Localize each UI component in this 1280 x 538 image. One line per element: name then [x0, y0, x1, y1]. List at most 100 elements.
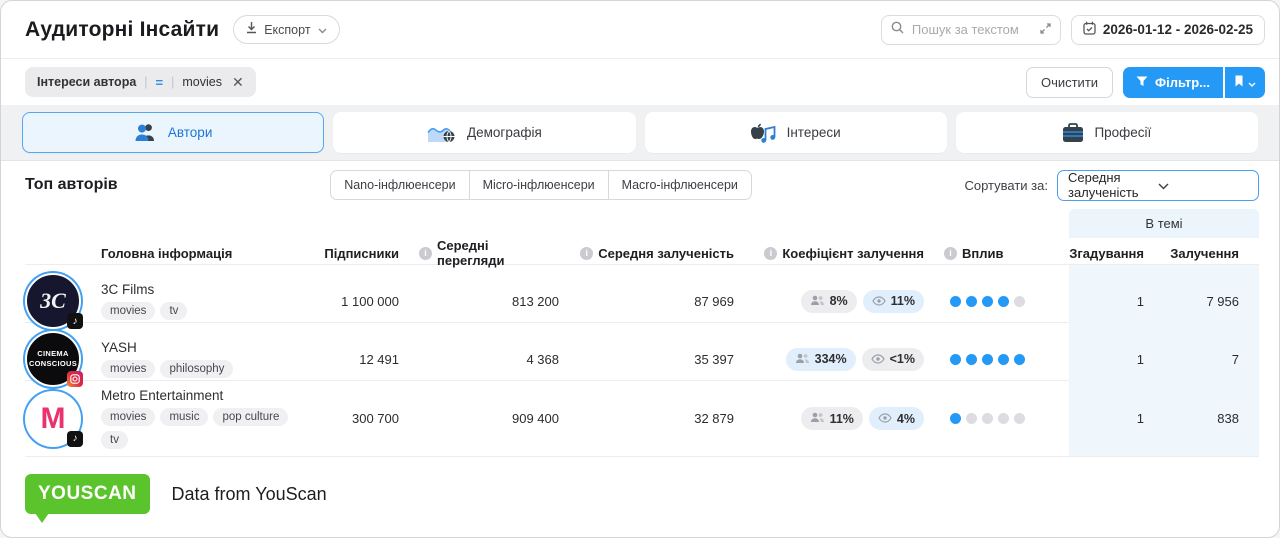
- section-title: Топ авторів: [25, 176, 118, 193]
- remove-filter-icon[interactable]: ✕: [230, 74, 244, 91]
- sort-select[interactable]: Середня залученість: [1056, 169, 1259, 201]
- er-views-pill: <1%: [861, 347, 924, 371]
- people-icon: [795, 352, 810, 367]
- table-row[interactable]: CINEMA CONSCIOUS YASH movies philosophy …: [25, 322, 1259, 395]
- table-band-row: В темі: [25, 209, 1259, 238]
- header: Аудиторні Інсайти Експорт 2026-01-12 - 2…: [1, 1, 1279, 59]
- eye-icon: [870, 352, 885, 367]
- tab-demographics[interactable]: Демографія: [333, 112, 636, 153]
- col-in-topic-engagement: Залучення: [1170, 245, 1239, 261]
- demographics-icon: [427, 123, 457, 143]
- author-name[interactable]: YASH: [101, 340, 137, 355]
- tab-bar: Автори Демографія Інтереси Професії: [1, 105, 1279, 161]
- export-button[interactable]: Експорт: [233, 15, 340, 44]
- in-topic-group-header: В темі: [1069, 209, 1259, 238]
- date-range-button[interactable]: 2026-01-12 - 2026-02-25: [1070, 14, 1265, 45]
- eye-icon: [871, 294, 886, 309]
- tiktok-badge: ♪: [67, 313, 83, 329]
- tab-label: Інтереси: [786, 125, 841, 140]
- download-icon: [246, 22, 257, 37]
- info-icon[interactable]: i: [580, 246, 594, 260]
- table-row[interactable]: 3C ♪ 3C Films movies tv 1 100 000 813 20…: [25, 264, 1259, 337]
- tiktok-badge: ♪: [67, 430, 83, 447]
- col-mentions: Згадування: [1069, 245, 1144, 261]
- chevron-down-icon: [1158, 178, 1248, 193]
- er-subscribers-pill: 334%: [785, 347, 856, 371]
- tab-interests[interactable]: Інтереси: [644, 112, 947, 153]
- influence-dots: [944, 381, 1069, 456]
- filter-chip[interactable]: Інтереси автора | = | movies ✕: [25, 67, 256, 97]
- footer-attribution: Data from YouScan: [171, 483, 327, 504]
- tag[interactable]: movies: [101, 408, 156, 426]
- eye-icon: [878, 411, 892, 426]
- segment-nano[interactable]: Nano-інфлюенсери: [330, 170, 470, 200]
- interests-icon: [750, 123, 777, 143]
- tag[interactable]: music: [160, 408, 209, 426]
- info-icon[interactable]: i: [419, 246, 432, 260]
- tab-professions[interactable]: Професії: [955, 112, 1258, 153]
- tag[interactable]: tv: [160, 302, 188, 320]
- avg-engagement-value: 32 879: [694, 411, 734, 426]
- in-topic-engagement-value: 838: [1164, 381, 1259, 456]
- instagram-badge: [67, 371, 83, 387]
- search-input[interactable]: [911, 22, 1032, 37]
- people-icon: [810, 411, 825, 426]
- er-subscribers-pill: 11%: [800, 407, 863, 430]
- info-icon[interactable]: i: [764, 246, 778, 260]
- people-icon: [810, 294, 825, 309]
- er-subscribers-pill: 8%: [800, 289, 857, 313]
- search-box[interactable]: [880, 14, 1061, 45]
- clear-button[interactable]: Очистити: [1025, 66, 1114, 98]
- avg-views-value: 909 400: [512, 411, 559, 426]
- tab-authors[interactable]: Автори: [22, 112, 325, 153]
- funnel-icon: [1136, 75, 1148, 90]
- footer: YOUSCAN Data from YouScan: [1, 457, 1279, 523]
- top-authors-header: Топ авторів Nano-інфлюенсери Micro-інфлю…: [1, 161, 1279, 209]
- chevron-down-icon: [1248, 75, 1256, 90]
- segment-micro[interactable]: Micro-інфлюенсери: [468, 170, 609, 200]
- col-avg-views: i Середні перегляди: [419, 238, 579, 268]
- tag[interactable]: tv: [101, 431, 128, 449]
- authors-table: В темі Головна інформація Підписники i Се…: [25, 209, 1259, 457]
- avatar[interactable]: M ♪: [25, 390, 83, 447]
- tab-label: Професії: [1094, 125, 1152, 140]
- briefcase-icon: [1062, 122, 1084, 143]
- segment-macro[interactable]: Macro-інфлюенсери: [607, 170, 752, 200]
- tag[interactable]: movies: [101, 360, 156, 378]
- mentions-value: 1: [1069, 381, 1164, 456]
- audience-insights-panel: Аудиторні Інсайти Експорт 2026-01-12 - 2…: [0, 0, 1280, 538]
- expand-icon[interactable]: [1040, 21, 1051, 39]
- col-main-info: Головна інформація: [101, 245, 233, 261]
- calendar-icon: [1083, 21, 1096, 38]
- date-range-value: 2026-01-12 - 2026-02-25: [1102, 22, 1253, 37]
- sort-selected-value: Середня залученість: [1067, 170, 1139, 200]
- tab-label: Автори: [167, 125, 213, 140]
- subscribers-value: 300 700: [352, 411, 399, 426]
- author-name[interactable]: 3C Films: [101, 282, 154, 297]
- er-views-pill: 11%: [862, 289, 924, 313]
- tag[interactable]: philosophy: [160, 360, 234, 378]
- search-icon: [891, 21, 904, 39]
- col-influence: i Вплив: [944, 246, 1069, 261]
- sort-label: Сортувати за:: [964, 177, 1048, 193]
- tag[interactable]: movies: [101, 302, 156, 320]
- col-avg-engagement: i Середня залученість: [579, 246, 754, 261]
- avatar[interactable]: 3C ♪: [25, 273, 83, 329]
- filter-field-label: Інтереси автора: [37, 75, 137, 89]
- youscan-logo: YOUSCAN: [25, 474, 150, 523]
- tag[interactable]: pop culture: [213, 408, 289, 426]
- chevron-down-icon: [318, 23, 327, 37]
- filter-value: movies: [182, 75, 222, 89]
- page-title: Аудиторні Інсайти: [25, 17, 220, 41]
- bookmark-button[interactable]: [1225, 66, 1265, 98]
- info-icon[interactable]: i: [944, 246, 957, 260]
- table-row[interactable]: M ♪ Metro Entertainment movies music pop…: [25, 380, 1259, 457]
- equals-operator-icon: =: [155, 74, 164, 90]
- tab-label: Демографія: [466, 125, 542, 140]
- author-name[interactable]: Metro Entertainment: [101, 388, 223, 403]
- avatar[interactable]: CINEMA CONSCIOUS: [25, 331, 83, 387]
- filter-button[interactable]: Фільтр...: [1123, 66, 1223, 98]
- er-views-pill: 4%: [868, 407, 924, 430]
- users-icon: [134, 123, 158, 142]
- table-header-row: Головна інформація Підписники i Середні п…: [25, 238, 1259, 268]
